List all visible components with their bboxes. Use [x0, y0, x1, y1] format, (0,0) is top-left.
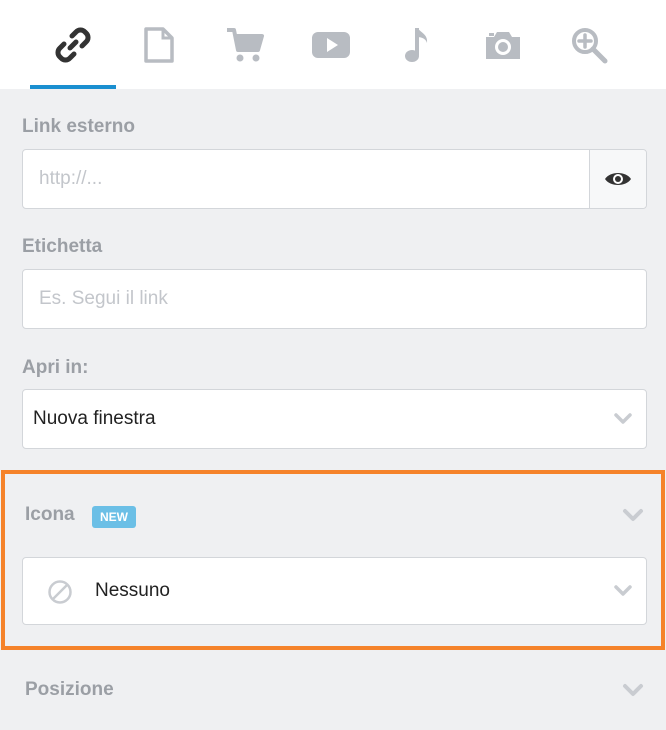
link-icon — [55, 27, 91, 62]
video-icon — [312, 31, 350, 58]
etichetta-label: Etichetta — [22, 236, 103, 257]
tab-link[interactable] — [30, 0, 116, 89]
cart-icon — [227, 27, 264, 61]
tab-cart[interactable] — [202, 0, 288, 89]
icona-select[interactable]: Nessuno — [22, 557, 647, 625]
icona-label: Icona — [25, 504, 75, 525]
posizione-expand-chevron-icon[interactable] — [622, 683, 644, 697]
tab-music[interactable] — [374, 0, 460, 89]
apri-select[interactable]: Nuova finestra — [22, 389, 647, 449]
tab-zoom[interactable] — [546, 0, 632, 89]
etichetta-input[interactable]: Es. Segui il link — [22, 269, 647, 329]
new-badge: NEW — [92, 506, 136, 528]
posizione-label[interactable]: Posizione — [25, 679, 114, 701]
etichetta-placeholder: Es. Segui il link — [39, 288, 168, 309]
link-input[interactable]: http://... — [22, 149, 647, 209]
eye-icon — [605, 173, 631, 185]
icona-collapse-chevron-icon[interactable] — [622, 508, 644, 522]
tab-camera[interactable] — [460, 0, 546, 89]
camera-icon — [486, 31, 520, 59]
no-icon-icon — [48, 580, 72, 604]
link-label: Link esterno — [22, 116, 135, 137]
chevron-down-icon — [614, 585, 632, 596]
icona-selected-value: Nessuno — [95, 580, 170, 601]
tab-page[interactable] — [116, 0, 202, 89]
apri-selected-value: Nuova finestra — [33, 408, 156, 429]
chevron-down-icon — [614, 413, 632, 424]
preview-button[interactable] — [589, 150, 646, 208]
tab-video[interactable] — [288, 0, 374, 89]
media-type-tabbar — [0, 0, 666, 89]
apri-label: Apri in: — [22, 357, 89, 378]
page-icon — [144, 26, 174, 63]
zoom-icon — [572, 27, 608, 63]
link-placeholder: http://... — [39, 168, 103, 189]
music-icon — [405, 27, 428, 62]
active-tab-indicator — [30, 85, 116, 89]
